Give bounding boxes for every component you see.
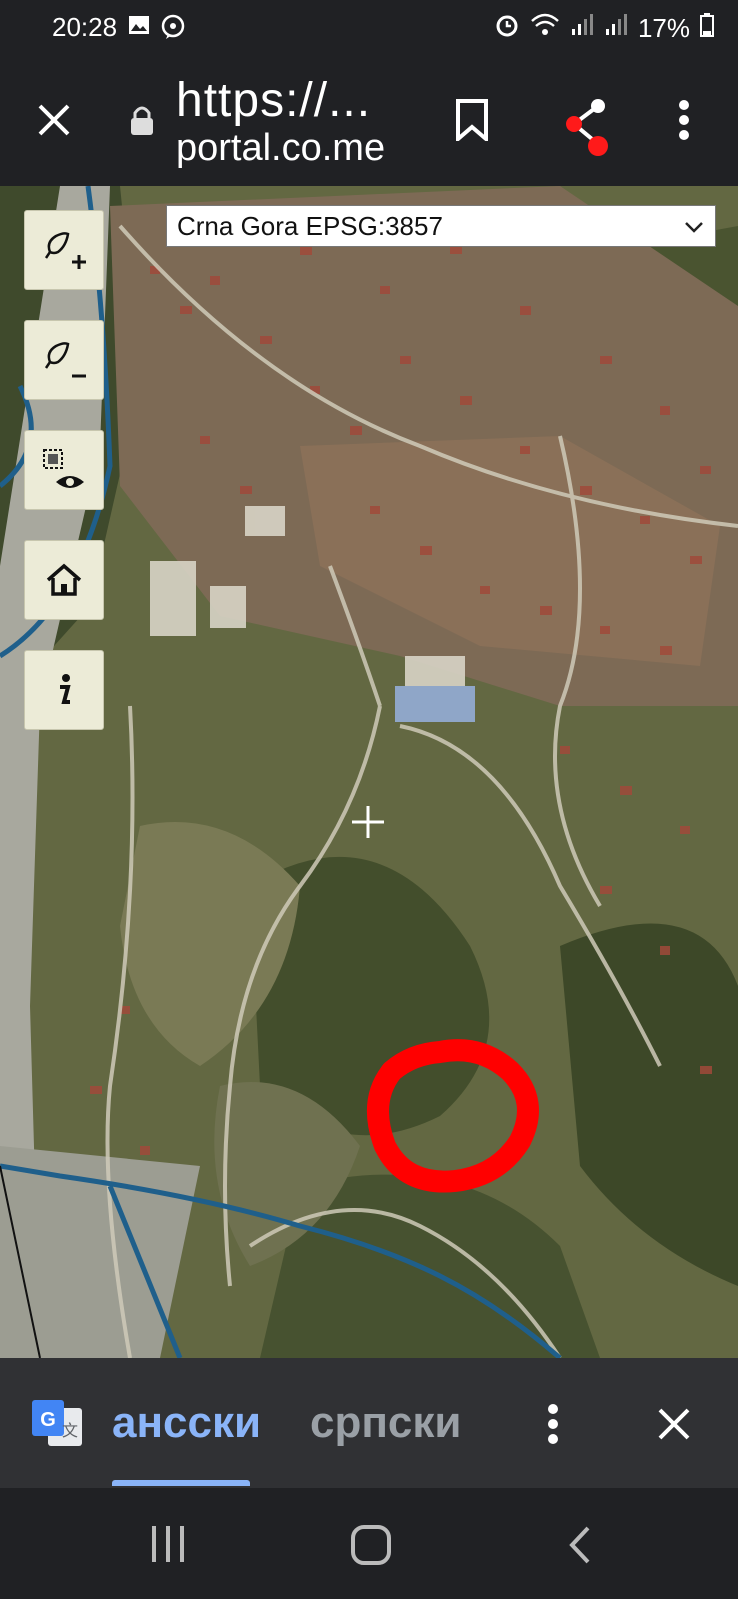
share-icon: [566, 99, 608, 156]
bookmark-icon: [456, 99, 488, 141]
lock-icon[interactable]: [124, 100, 160, 140]
signal-icon: [570, 13, 594, 44]
zoom-in-button[interactable]: [24, 210, 104, 290]
alarm-icon: [494, 12, 520, 45]
status-time: 20:28: [52, 12, 118, 42]
home-button-icon: [351, 1525, 391, 1565]
projection-selected-value: Crna Gora EPSG:3857: [177, 210, 443, 241]
tab-language-source[interactable]: ансски: [112, 1398, 261, 1448]
url-line-2: portal.co.me: [176, 127, 386, 169]
zoom-out-button[interactable]: [24, 320, 104, 400]
recent-apps-button[interactable]: [148, 1524, 188, 1569]
bookmark-button[interactable]: [448, 96, 496, 144]
status-right: 17%: [494, 12, 714, 45]
google-translate-icon[interactable]: G 文: [30, 1398, 84, 1457]
info-icon: [60, 674, 71, 704]
wifi-icon: [530, 13, 560, 44]
home-nav-button[interactable]: [350, 1524, 392, 1571]
active-tab-indicator: [112, 1480, 250, 1486]
info-button[interactable]: [24, 650, 104, 730]
close-tab-button[interactable]: [30, 96, 78, 144]
recent-apps-icon: [152, 1526, 184, 1562]
image-icon: [128, 14, 150, 45]
tab-language-target[interactable]: српски: [310, 1398, 461, 1448]
chevron-down-icon: [683, 214, 705, 245]
status-bar: 20:28 17%: [0, 0, 738, 56]
status-left-icons: [128, 14, 186, 45]
map-imagery: [0, 186, 738, 1358]
translate-more-button[interactable]: [546, 1404, 560, 1449]
viber-icon: [160, 14, 186, 45]
translate-close-button[interactable]: [656, 1406, 692, 1447]
close-icon: [658, 1408, 690, 1440]
more-icon: [548, 1404, 558, 1444]
zoom-in-icon: [44, 232, 86, 269]
layers-visibility-button[interactable]: [24, 430, 104, 510]
home-extent-button[interactable]: [24, 540, 104, 620]
svg-text:G: G: [40, 1409, 56, 1431]
svg-text:文: 文: [62, 1421, 78, 1440]
signal-icon: [604, 13, 628, 44]
projection-select[interactable]: Crna Gora EPSG:3857: [166, 205, 716, 247]
back-nav-button[interactable]: [566, 1524, 594, 1571]
close-icon: [38, 104, 70, 136]
zoom-out-icon: [44, 342, 86, 378]
battery-icon: [700, 13, 714, 44]
home-icon: [46, 563, 82, 596]
back-icon: [569, 1526, 590, 1564]
more-options-button[interactable]: [664, 96, 704, 144]
more-icon: [679, 100, 689, 140]
url-line-1: https://...: [176, 74, 372, 127]
share-button[interactable]: [556, 94, 616, 158]
url-bar[interactable]: https://... portal.co.me: [176, 74, 385, 168]
battery-percent: 17%: [637, 13, 690, 43]
satellite-map[interactable]: [0, 186, 738, 1358]
layers-visibility-icon: [43, 449, 84, 488]
